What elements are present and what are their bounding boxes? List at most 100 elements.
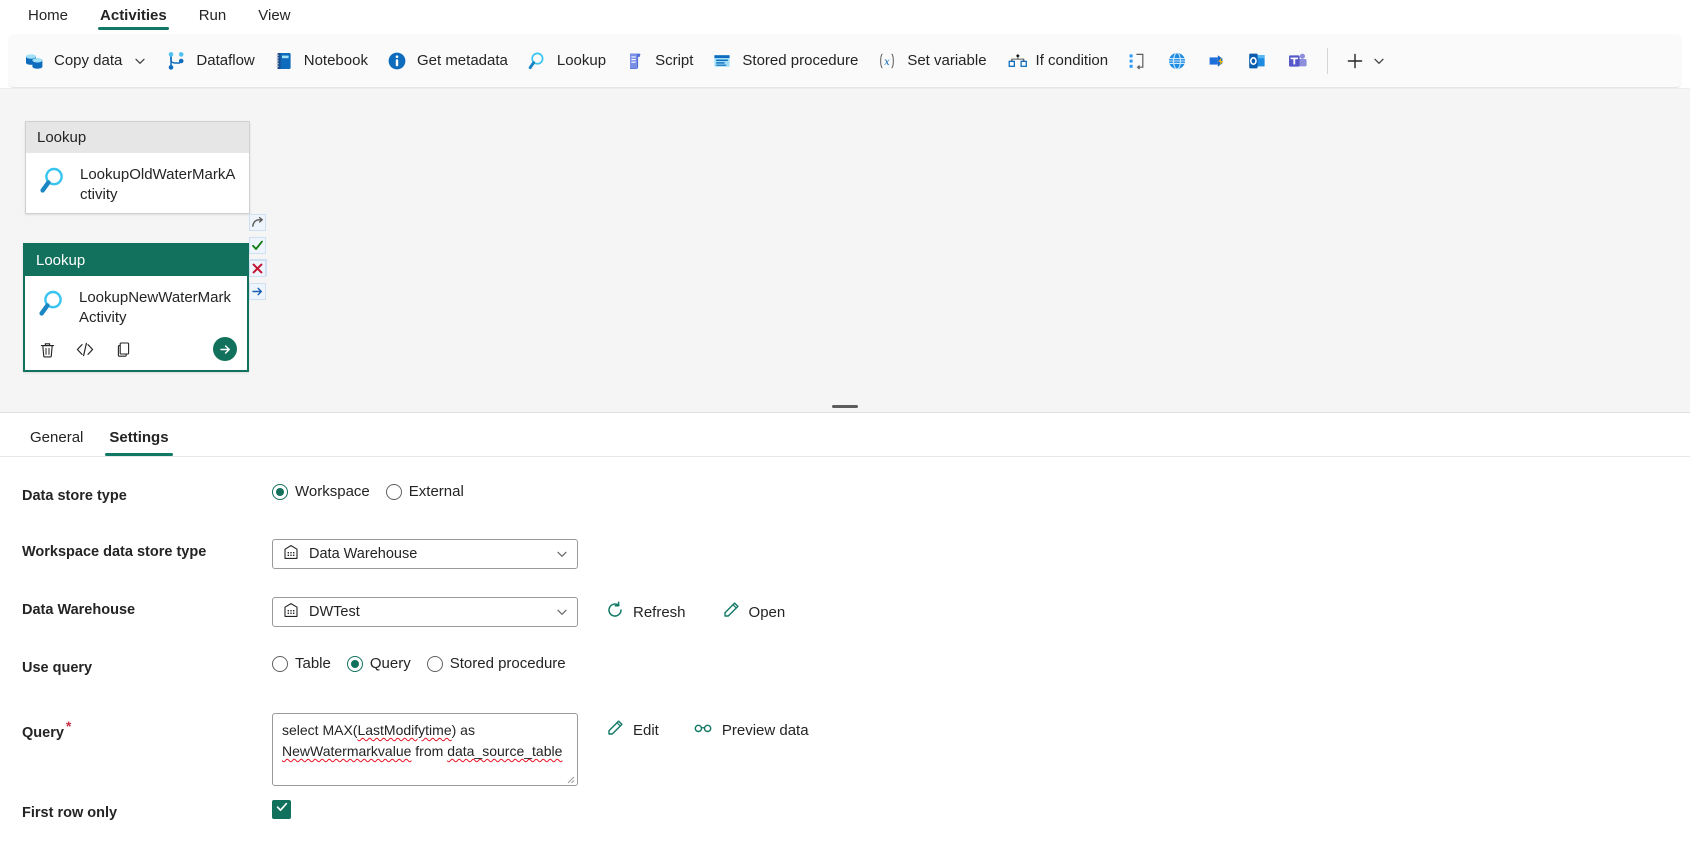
chevron-down-icon[interactable]: [1372, 54, 1386, 68]
first-row-only-checkbox[interactable]: [272, 800, 291, 819]
toolbar-stored-procedure[interactable]: Stored procedure: [702, 42, 867, 80]
outlook-icon: [1246, 50, 1268, 72]
status-completion-arrow[interactable]: [249, 283, 266, 300]
chevron-down-icon: [555, 547, 569, 561]
row-data-store-type: Data store type Workspace External: [0, 483, 1690, 527]
label-workspace-data-store-type: Workspace data store type: [22, 544, 207, 560]
toolbar-copy-data[interactable]: Copy data: [14, 42, 156, 80]
set-variable-icon: x: [876, 50, 898, 72]
radio-table[interactable]: Table: [272, 655, 331, 672]
activity-name: LookupNewWaterMarkActivity: [79, 289, 231, 326]
magnifier-icon: [526, 50, 548, 72]
toolbar-switch[interactable]: [1117, 42, 1157, 80]
control-data-store-type: Workspace External: [272, 483, 1690, 500]
control-workspace-data-store-type: Data Warehouse: [272, 539, 1690, 569]
toolbar-web-activity[interactable]: [1157, 42, 1197, 80]
status-success-check[interactable]: [249, 237, 266, 254]
copy-icon[interactable]: [113, 339, 133, 359]
query-part-4: from: [411, 743, 448, 759]
activity-type-header: Lookup: [25, 245, 247, 276]
ribbon-tab-activities[interactable]: Activities: [86, 4, 181, 32]
pencil-icon: [722, 601, 740, 623]
radio-workspace[interactable]: Workspace: [272, 483, 370, 500]
query-textarea[interactable]: select MAX(LastModifytime) as NewWaterma…: [272, 713, 578, 786]
row-use-query: Use query Table Query Stored procedure: [0, 655, 1690, 699]
radio-external[interactable]: External: [385, 483, 464, 500]
open-button[interactable]: Open: [712, 597, 796, 627]
plus-icon: [1344, 50, 1366, 72]
toolbar-teams[interactable]: [1277, 42, 1317, 80]
radio-table-label: Table: [295, 655, 331, 672]
label-use-query: Use query: [22, 660, 93, 676]
ribbon-tab-view[interactable]: View: [244, 4, 304, 32]
ribbon-tab-run[interactable]: Run: [185, 4, 241, 32]
toolbar-dataflow[interactable]: Dataflow: [156, 42, 263, 80]
teams-icon: [1286, 50, 1308, 72]
radio-group-data-store-type: Workspace External: [272, 483, 464, 500]
toolbar-get-metadata[interactable]: Get metadata: [377, 42, 517, 80]
toolbar-get-metadata-label: Get metadata: [416, 52, 508, 69]
web-globe-icon: [1166, 50, 1188, 72]
toolbar-lookup[interactable]: Lookup: [517, 42, 615, 80]
refresh-button-label: Refresh: [633, 603, 686, 621]
activity-body: LookupOldWaterMarkActivity: [26, 153, 249, 213]
svg-text:x: x: [884, 56, 890, 67]
toolbar-outlook[interactable]: [1237, 42, 1277, 80]
pencil-icon: [606, 719, 624, 741]
panel-splitter[interactable]: [0, 401, 1690, 413]
activity-card-lookup-old-watermark[interactable]: Lookup LookupOldWaterMarkActivity: [25, 121, 250, 214]
notebook-icon: [273, 50, 295, 72]
activity-body: LookupNewWaterMarkActivity: [25, 276, 247, 336]
switch-icon: [1126, 50, 1148, 72]
pipeline-editor: Home Activities Run View Copy data Dataf…: [0, 0, 1690, 847]
toolbar-script[interactable]: Script: [615, 42, 702, 80]
magnifier-icon: [36, 163, 70, 197]
status-failure-x[interactable]: [249, 260, 266, 277]
run-activity-button[interactable]: [213, 337, 237, 361]
copy-data-icon: [23, 50, 45, 72]
preview-data-button-label: Preview data: [721, 721, 809, 739]
toolbar-notebook[interactable]: Notebook: [264, 42, 377, 80]
settings-form: Data store type Workspace External Works…: [0, 457, 1690, 844]
select-data-warehouse[interactable]: DWTest: [272, 597, 578, 627]
properties-tab-bar: General Settings: [0, 413, 1690, 457]
label-data-store-type: Data store type: [22, 488, 127, 504]
refresh-button[interactable]: Refresh: [596, 597, 696, 627]
row-workspace-data-store-type: Workspace data store type Data Warehouse: [0, 539, 1690, 583]
toolbar-if-condition[interactable]: If condition: [996, 42, 1118, 80]
dataflow-icon: [165, 50, 187, 72]
splitter-grip: [832, 405, 858, 408]
code-icon[interactable]: [75, 339, 95, 359]
control-use-query: Table Query Stored procedure: [272, 655, 1690, 672]
label-first-row-only: First row only: [22, 805, 118, 821]
toolbar-dataflow-label: Dataflow: [196, 52, 255, 69]
radio-group-use-query: Table Query Stored procedure: [272, 655, 566, 672]
pipeline-canvas[interactable]: Lookup LookupOldWaterMarkActivity Lookup: [0, 88, 1690, 401]
stored-procedure-icon: [711, 50, 733, 72]
preview-data-button[interactable]: Preview data: [683, 715, 819, 745]
trash-icon[interactable]: [37, 339, 57, 359]
activity-card-lookup-new-watermark[interactable]: Lookup LookupNewWaterMarkActivity: [23, 243, 249, 372]
azure-function-icon: [1206, 50, 1228, 72]
chevron-down-icon[interactable]: [133, 54, 147, 68]
checkmark-icon: [275, 800, 289, 819]
radio-external-label: External: [408, 483, 464, 500]
resize-handle-icon: [567, 776, 575, 784]
toolbar-notebook-label: Notebook: [303, 52, 368, 69]
toolbar-divider: [1327, 47, 1329, 74]
ribbon-tab-home[interactable]: Home: [14, 4, 82, 32]
select-data-warehouse-value: DWTest: [309, 604, 360, 620]
query-part-2: ) as: [451, 722, 475, 738]
edit-query-button[interactable]: Edit: [596, 715, 669, 745]
toolbar-azure-function[interactable]: [1197, 42, 1237, 80]
toolbar-add-activity[interactable]: [1338, 50, 1392, 72]
radio-stored-procedure[interactable]: Stored procedure: [426, 655, 566, 672]
status-skip-arrow[interactable]: [249, 214, 266, 231]
tab-general[interactable]: General: [22, 423, 91, 456]
toolbar-set-variable[interactable]: x Set variable: [867, 42, 995, 80]
label-query: Query *: [22, 713, 272, 741]
control-first-row-only: [272, 800, 1690, 819]
select-workspace-data-store-type[interactable]: Data Warehouse: [272, 539, 578, 569]
tab-settings[interactable]: Settings: [101, 423, 176, 456]
radio-query[interactable]: Query: [346, 655, 411, 672]
